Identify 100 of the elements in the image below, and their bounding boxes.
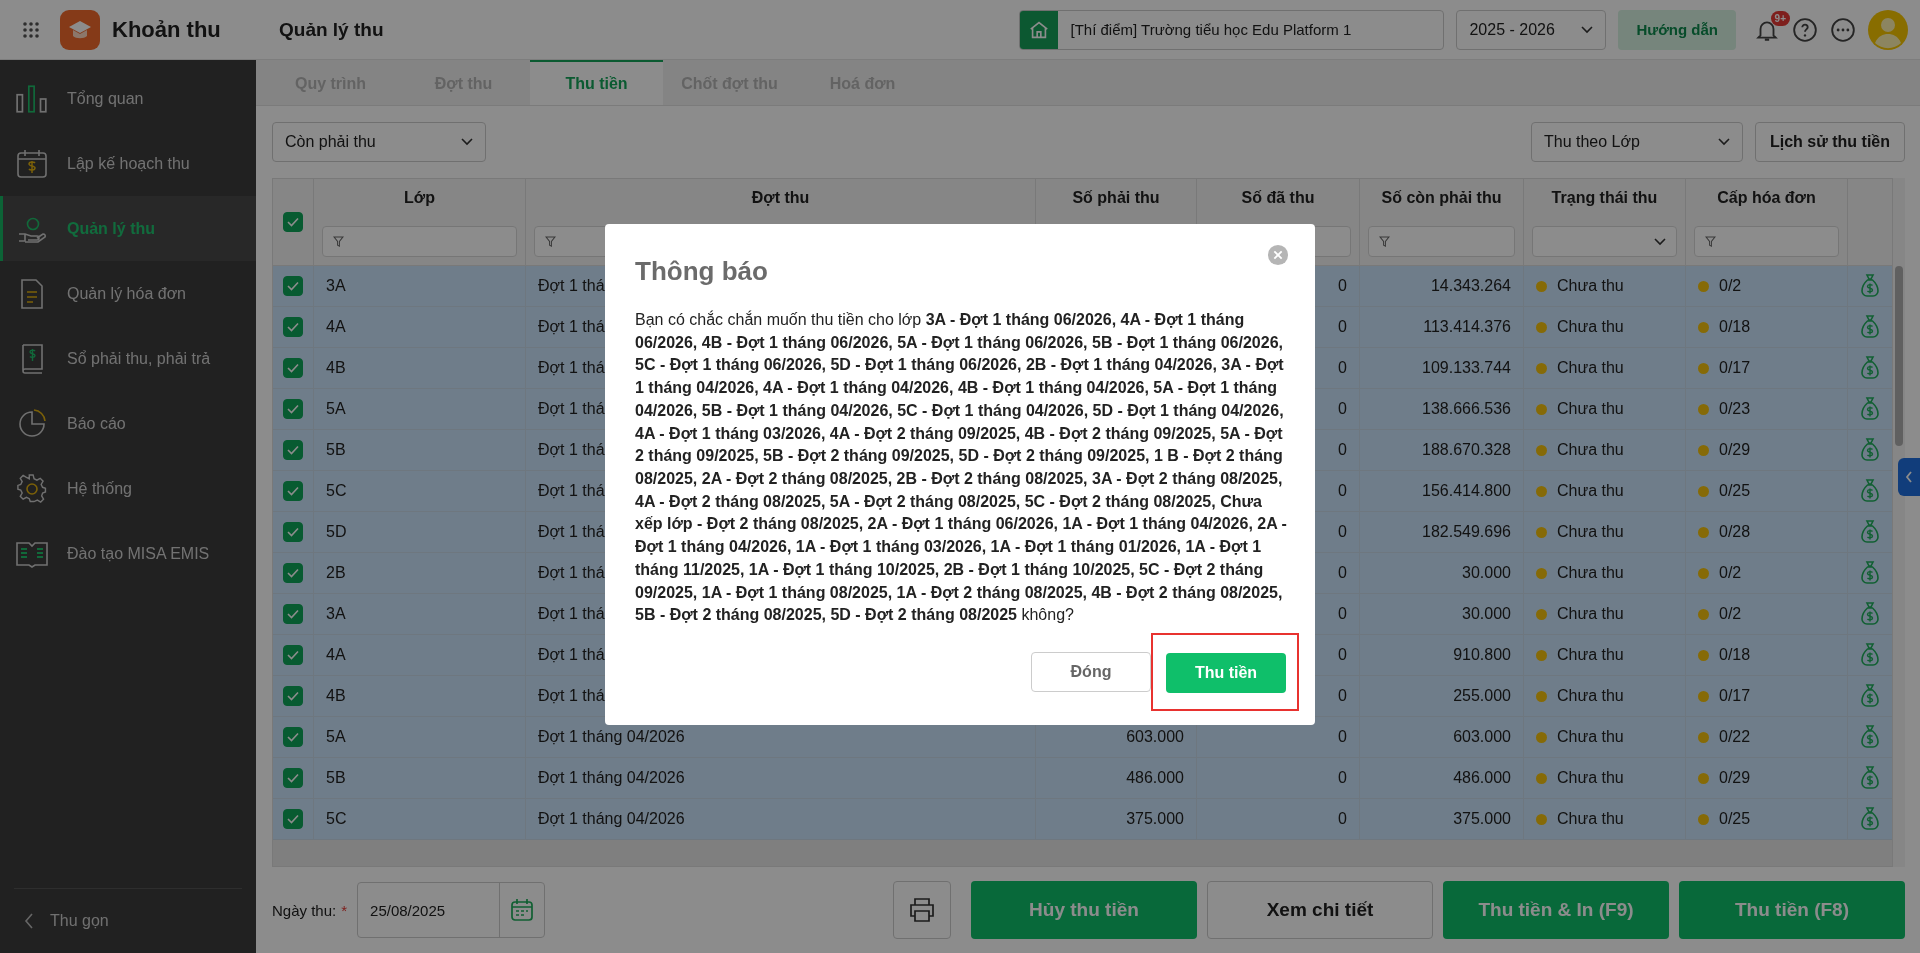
apps-grid-icon[interactable] (22, 20, 40, 39)
money-bag-icon[interactable] (1860, 315, 1880, 339)
status-dot (1698, 772, 1709, 784)
table-cell: 5C (326, 482, 347, 500)
guide-button[interactable]: Hướng dẫn (1618, 9, 1736, 50)
money-bag-icon[interactable] (1860, 274, 1880, 298)
table-cell: 0 (1338, 277, 1347, 295)
year-select[interactable]: 2025 - 2026 (1456, 9, 1607, 50)
help-icon[interactable] (1792, 16, 1818, 43)
table-cell: 0 (1338, 810, 1347, 828)
checkmark-icon (287, 322, 299, 332)
table-cell: 0 (1338, 318, 1347, 336)
row-checkbox[interactable] (283, 727, 303, 747)
status-dot (1698, 280, 1709, 292)
table-cell: 0 (1338, 441, 1347, 459)
action-button[interactable]: Thu tiền (F8) (1679, 881, 1905, 939)
checkmark-icon (287, 404, 299, 414)
tab[interactable]: Thu tiền (530, 60, 663, 105)
scrollbar-thumb[interactable] (1895, 266, 1903, 446)
table-cell: 113.414.376 (1423, 318, 1511, 336)
date-field[interactable]: 25/08/2025 (357, 882, 546, 938)
row-checkbox[interactable] (283, 768, 303, 788)
row-checkbox[interactable] (283, 317, 303, 337)
filter-field[interactable] (1532, 226, 1677, 257)
row-checkbox[interactable] (283, 481, 303, 501)
table-cell: Đợt 1 thá (538, 441, 605, 459)
row-checkbox[interactable] (283, 276, 303, 296)
sidebar-item[interactable]: Tổng quan (0, 66, 256, 131)
table-cell: 0/18 (1719, 318, 1751, 336)
table-cell: 910.800 (1453, 646, 1511, 664)
confirm-button[interactable]: Thu tiền (1166, 652, 1286, 693)
row-checkbox[interactable] (283, 645, 303, 665)
avatar-icon[interactable] (1868, 9, 1908, 50)
table-cell: Đợt 1 thá (538, 277, 605, 295)
money-bag-icon[interactable] (1860, 561, 1880, 585)
table-cell: 0 (1338, 769, 1347, 787)
table-cell: 14.343.264 (1430, 277, 1511, 295)
row-checkbox[interactable] (283, 399, 303, 419)
chevron-down-icon (1654, 237, 1666, 246)
table-cell: 5B (326, 441, 346, 459)
money-bag-icon[interactable] (1860, 684, 1880, 708)
sidebar-item[interactable]: Sổ phải thu, phải trả (0, 326, 256, 391)
money-bag-icon[interactable] (1860, 602, 1880, 626)
table-cell: 182.549.696 (1422, 523, 1511, 541)
money-bag-icon[interactable] (1860, 479, 1880, 503)
money-bag-icon[interactable] (1860, 766, 1880, 790)
column-header: Đợt thu (751, 189, 810, 207)
history-button[interactable]: Lịch sử thu tiền (1755, 122, 1905, 162)
panel-toggle-button[interactable] (1898, 458, 1920, 496)
close-button[interactable]: Đóng (1031, 651, 1151, 692)
money-bag-icon[interactable] (1860, 643, 1880, 667)
money-bag-icon[interactable] (1860, 356, 1880, 380)
status-dot (1536, 321, 1547, 333)
row-checkbox[interactable] (283, 522, 303, 542)
filter-select[interactable]: Còn phải thu (272, 122, 486, 162)
select-all-checkbox[interactable] (283, 212, 303, 232)
sidebar-item[interactable]: Hệ thống (0, 456, 256, 521)
row-checkbox[interactable] (283, 604, 303, 624)
sidebar-item[interactable]: Quản lý hóa đơn (0, 261, 256, 326)
row-checkbox[interactable] (283, 358, 303, 378)
school-selector[interactable]: [Thí điểm] Trường tiểu học Edu Platform 1 (1019, 9, 1445, 50)
table-cell: Chưa thu (1557, 646, 1624, 664)
table-cell: Chưa thu (1557, 728, 1624, 746)
row-checkbox[interactable] (283, 563, 303, 583)
table-cell: 0 (1338, 482, 1347, 500)
money-bag-icon[interactable] (1860, 397, 1880, 421)
table-cell: Chưa thu (1557, 359, 1624, 377)
sidebar-item[interactable]: Đào tạo MISA EMIS (0, 521, 256, 586)
sidebar-item[interactable]: Báo cáo (0, 391, 256, 456)
row-checkbox[interactable] (283, 686, 303, 706)
table-cell: 0/28 (1719, 523, 1751, 541)
column-header: Số còn phải thu (1381, 189, 1502, 207)
row-checkbox[interactable] (283, 809, 303, 829)
filter-icon (545, 236, 556, 247)
table-cell: Chưa thu (1557, 318, 1624, 336)
money-bag-icon[interactable] (1860, 520, 1880, 544)
more-icon[interactable] (1830, 16, 1856, 43)
collapse-sidebar-button[interactable]: Thu gọn (14, 888, 242, 953)
table-cell: 5C (326, 810, 347, 828)
print-button[interactable] (893, 881, 951, 939)
row-checkbox[interactable] (283, 440, 303, 460)
filter-field[interactable] (1694, 226, 1839, 257)
checkmark-icon (287, 281, 299, 291)
money-bag-icon[interactable] (1860, 807, 1880, 831)
sidebar-item[interactable]: Lập kế hoạch thu (0, 131, 256, 196)
action-button[interactable]: Hủy thu tiền (971, 881, 1197, 939)
table-cell: 603.000 (1126, 728, 1184, 746)
table-cell: Chưa thu (1557, 564, 1624, 582)
close-icon[interactable] (1267, 244, 1289, 267)
action-button[interactable]: Thu tiền & In (F9) (1443, 881, 1669, 939)
table-cell: 3A (326, 605, 346, 623)
money-bag-icon[interactable] (1860, 725, 1880, 749)
filter-field[interactable] (1368, 226, 1515, 257)
sidebar-item[interactable]: Quản lý thu (0, 196, 256, 261)
group-by-select[interactable]: Thu theo Lớp (1531, 122, 1743, 162)
table-cell: 486.000 (1126, 769, 1184, 787)
action-button[interactable]: Xem chi tiết (1207, 881, 1433, 939)
filter-field[interactable] (322, 226, 517, 257)
money-bag-icon[interactable] (1860, 438, 1880, 462)
table-cell: 4A (326, 318, 346, 336)
